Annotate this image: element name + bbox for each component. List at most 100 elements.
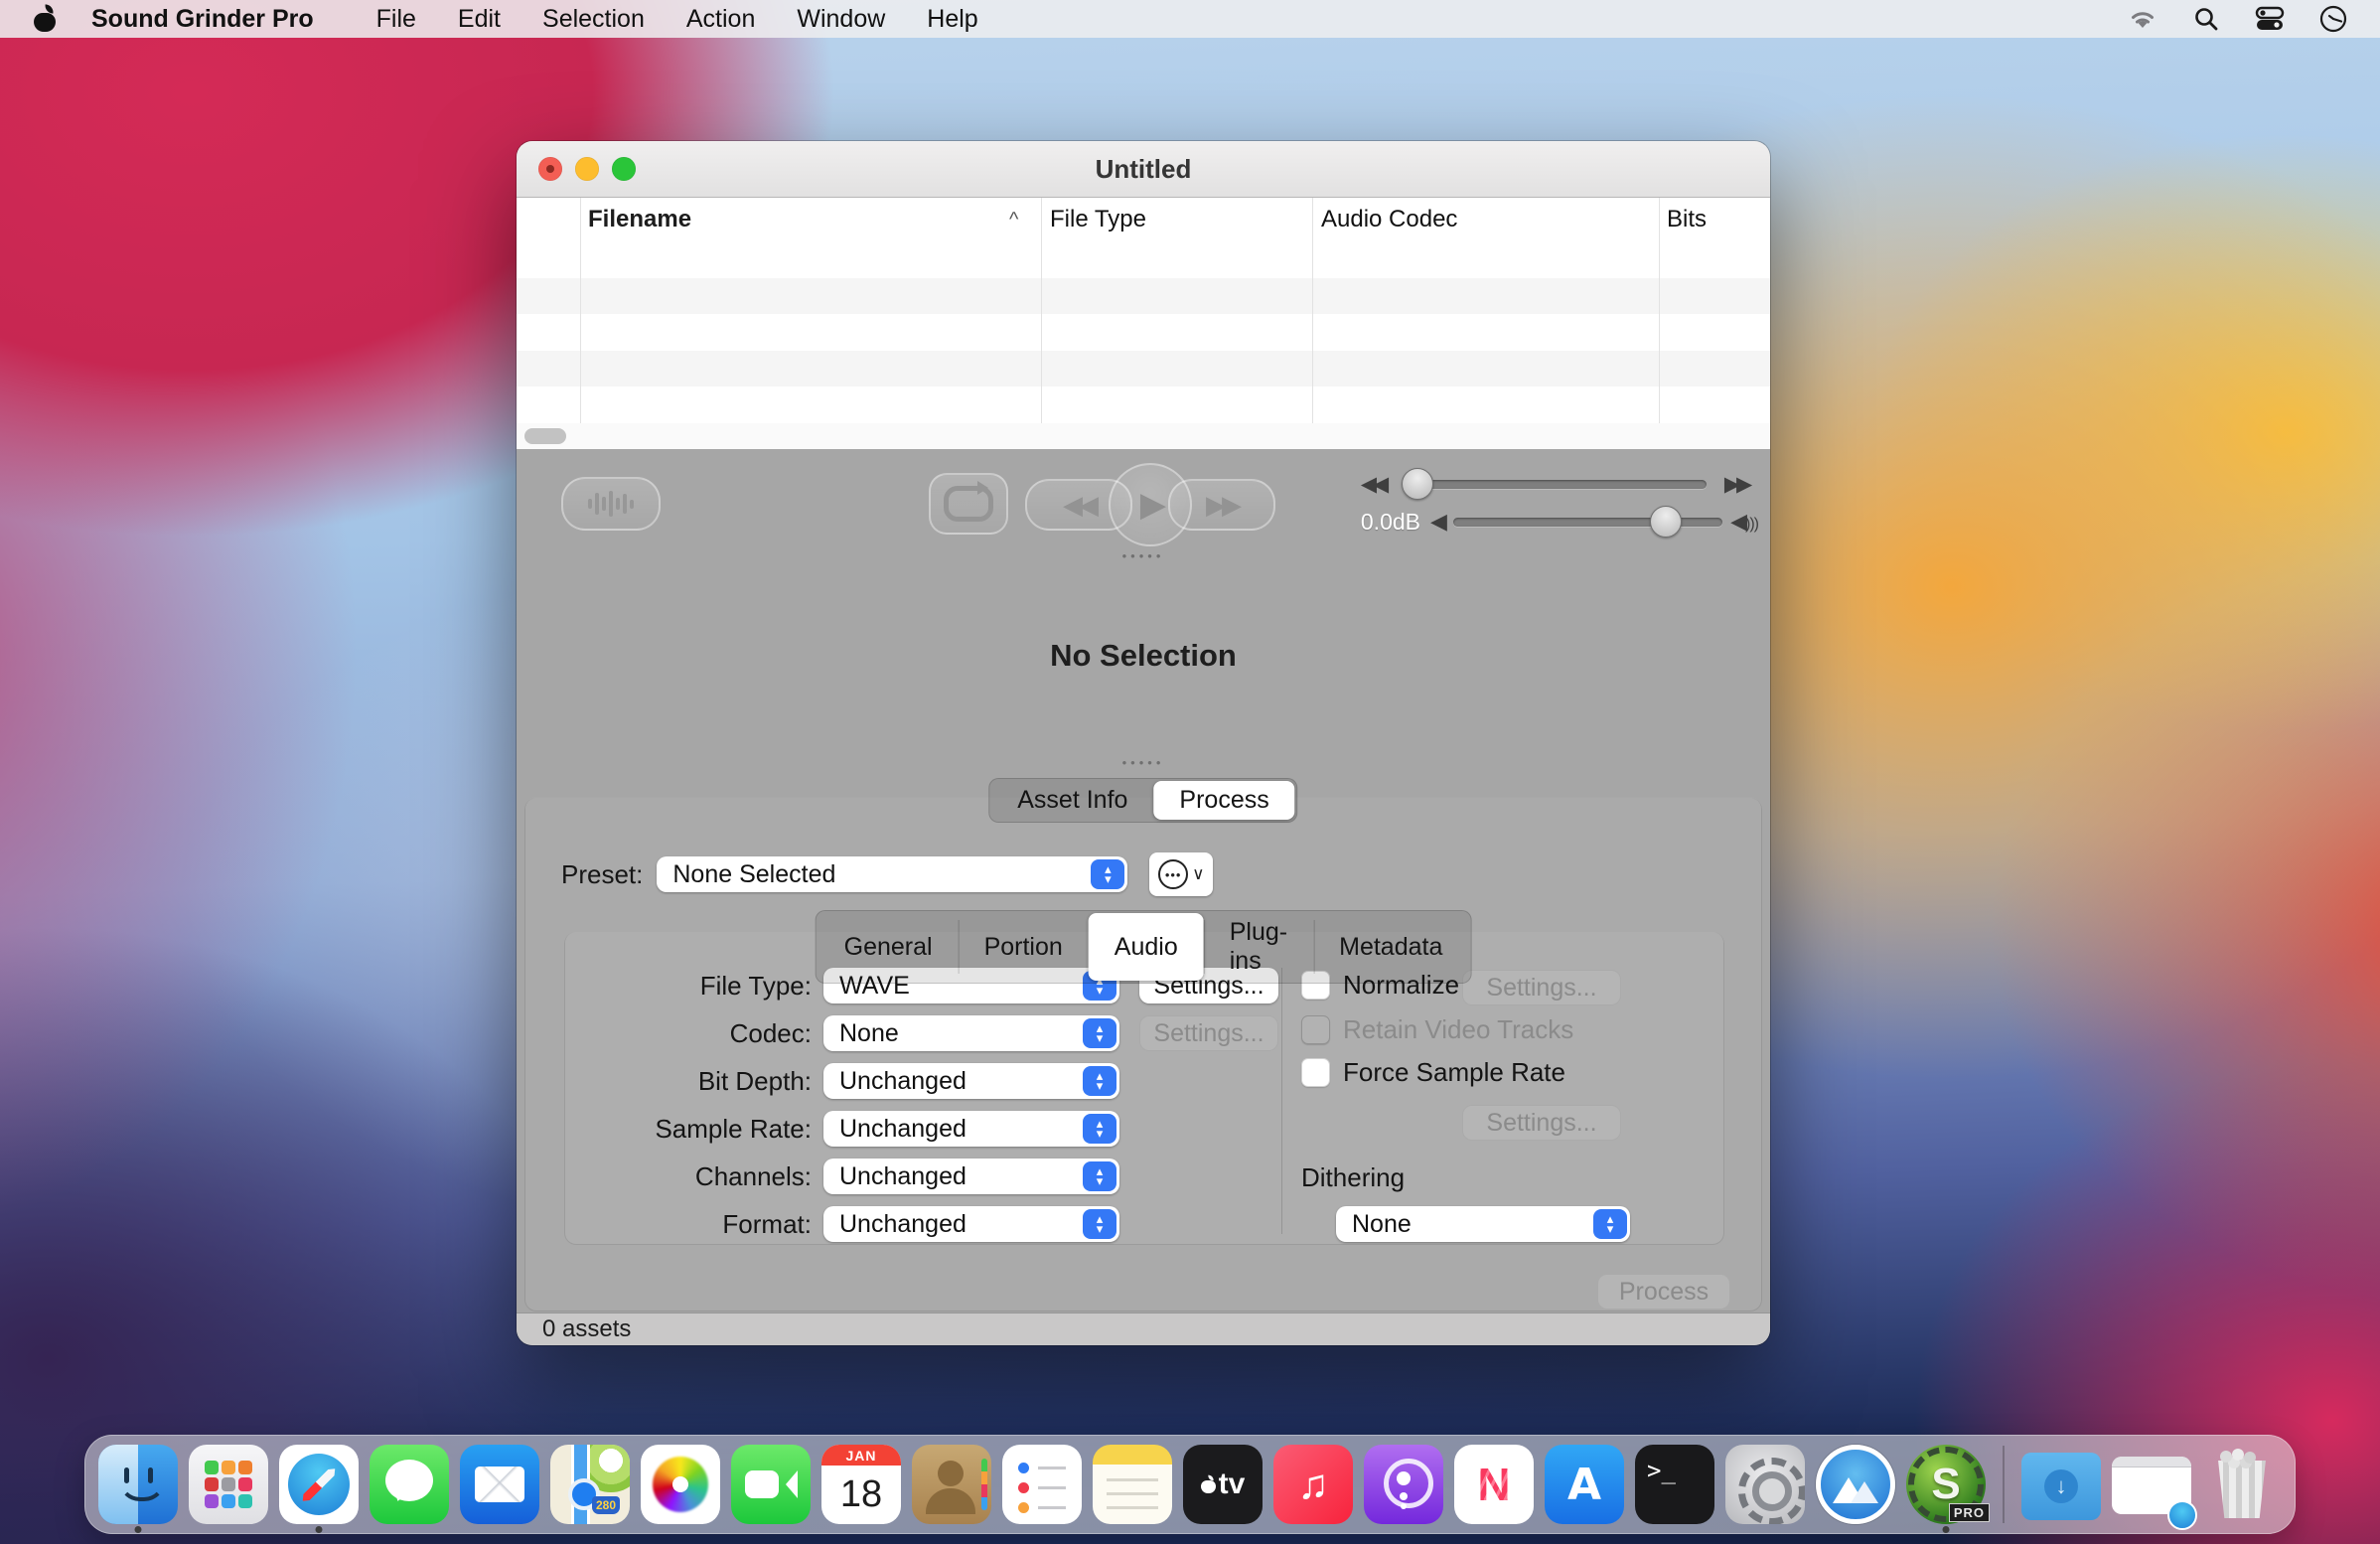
- menu-help[interactable]: Help: [927, 5, 977, 34]
- volume-max-icon[interactable]: ◀))): [1730, 509, 1758, 535]
- retain-video-row: Retain Video Tracks: [1301, 1014, 1573, 1045]
- tab-asset-info[interactable]: Asset Info: [991, 781, 1153, 820]
- reminders-icon: [1002, 1445, 1082, 1524]
- clock-icon[interactable]: [2318, 4, 2348, 34]
- tab-audio[interactable]: Audio: [1089, 913, 1204, 981]
- scrub-slider[interactable]: [1403, 480, 1707, 489]
- control-center-icon[interactable]: [2255, 4, 2285, 34]
- zoom-button[interactable]: [612, 157, 636, 181]
- column-bits[interactable]: Bits: [1667, 198, 1707, 241]
- dock-reminders[interactable]: [1002, 1445, 1082, 1524]
- retain-video-checkbox[interactable]: [1301, 1015, 1330, 1044]
- terminal-prompt: >_: [1647, 1457, 1676, 1484]
- normalize-settings-button[interactable]: Settings...: [1462, 970, 1621, 1005]
- scrub-rewind-icon[interactable]: ◀◀: [1351, 472, 1395, 497]
- dock-notes[interactable]: [1093, 1445, 1172, 1524]
- dock-messages[interactable]: [370, 1445, 449, 1524]
- dock-apple-tv[interactable]: tv: [1183, 1445, 1263, 1524]
- menu-action[interactable]: Action: [686, 5, 755, 34]
- dock-minimized-window[interactable]: [2112, 1445, 2191, 1524]
- dock-calendar[interactable]: JAN18: [821, 1445, 901, 1524]
- apple-menu-icon[interactable]: [34, 6, 56, 32]
- dock-terminal[interactable]: >_: [1635, 1445, 1714, 1524]
- scrollbar-thumb[interactable]: [524, 428, 566, 444]
- dock-safari[interactable]: [279, 1445, 359, 1524]
- close-button[interactable]: [538, 157, 562, 181]
- ellipsis-circle-icon: •••: [1158, 859, 1188, 889]
- loop-button[interactable]: [929, 473, 1008, 535]
- main-tab-bar: Asset Info Process: [988, 778, 1297, 823]
- app-menu-title[interactable]: Sound Grinder Pro: [91, 5, 314, 34]
- dock-trash[interactable]: [2202, 1445, 2282, 1524]
- system-preferences-icon: [1725, 1445, 1805, 1524]
- dock-mountain-app[interactable]: [1816, 1445, 1895, 1524]
- popup-stepper-icon: ▴▾: [1091, 859, 1124, 889]
- column-filename[interactable]: Filename: [588, 198, 691, 241]
- dock-app-store[interactable]: A: [1545, 1445, 1624, 1524]
- tab-general[interactable]: General: [818, 913, 959, 981]
- codec-popup[interactable]: None ▴▾: [823, 1015, 1119, 1051]
- mail-icon: [460, 1445, 539, 1524]
- volume-thumb[interactable]: [1650, 506, 1682, 538]
- force-sample-rate-checkbox[interactable]: [1301, 1058, 1330, 1087]
- dock-downloads[interactable]: ↓: [2021, 1445, 2101, 1524]
- dithering-popup[interactable]: None ▴▾: [1336, 1206, 1630, 1242]
- force-sample-rate-label: Force Sample Rate: [1343, 1057, 1565, 1088]
- dock-system-preferences[interactable]: [1725, 1445, 1805, 1524]
- window-title: Untitled: [1096, 154, 1192, 185]
- menu-window[interactable]: Window: [797, 5, 885, 34]
- volume-min-icon[interactable]: ◀: [1430, 509, 1445, 535]
- dock-facetime[interactable]: [731, 1445, 811, 1524]
- column-file-type[interactable]: File Type: [1050, 198, 1146, 241]
- column-divider[interactable]: [1659, 198, 1660, 423]
- search-icon[interactable]: [2191, 4, 2221, 34]
- column-divider[interactable]: [1041, 198, 1042, 423]
- scrub-thumb[interactable]: [1402, 468, 1433, 500]
- dock-mail[interactable]: [460, 1445, 539, 1524]
- tab-process[interactable]: Process: [1153, 781, 1294, 820]
- bit-depth-popup[interactable]: Unchanged ▴▾: [823, 1063, 1119, 1099]
- tab-metadata[interactable]: Metadata: [1313, 913, 1468, 981]
- dock: 280 JAN18 tv ♫ N A >_ SPRO ↓: [84, 1435, 2296, 1534]
- column-divider[interactable]: [1312, 198, 1313, 423]
- dock-launchpad[interactable]: [189, 1445, 268, 1524]
- dock-music[interactable]: ♫: [1273, 1445, 1353, 1524]
- preset-action-button[interactable]: ••• ∨: [1149, 852, 1213, 896]
- sort-ascending-icon[interactable]: ^: [1009, 198, 1018, 241]
- splitter-handle[interactable]: •••••: [517, 548, 1770, 563]
- format-popup[interactable]: Unchanged ▴▾: [823, 1206, 1119, 1242]
- column-audio-codec[interactable]: Audio Codec: [1321, 198, 1457, 241]
- preset-popup[interactable]: None Selected ▴▾: [657, 856, 1127, 892]
- splitter-handle[interactable]: •••••: [517, 755, 1770, 770]
- dock-sound-grinder-pro[interactable]: SPRO: [1906, 1445, 1986, 1524]
- dock-news[interactable]: N: [1454, 1445, 1534, 1524]
- channels-popup[interactable]: Unchanged ▴▾: [823, 1158, 1119, 1194]
- menu-file[interactable]: File: [376, 5, 416, 34]
- dock-podcasts[interactable]: [1364, 1445, 1443, 1524]
- title-bar[interactable]: Untitled: [517, 141, 1770, 198]
- process-button[interactable]: Process: [1597, 1274, 1730, 1310]
- dock-maps[interactable]: 280: [550, 1445, 630, 1524]
- volume-slider[interactable]: [1453, 518, 1722, 527]
- dock-finder[interactable]: [98, 1445, 178, 1524]
- dock-photos[interactable]: [641, 1445, 720, 1524]
- wifi-icon[interactable]: [2128, 4, 2157, 34]
- menu-selection[interactable]: Selection: [542, 5, 645, 34]
- force-sample-rate-settings-button[interactable]: Settings...: [1462, 1105, 1621, 1141]
- tab-portion[interactable]: Portion: [959, 913, 1089, 981]
- minimize-button[interactable]: [575, 157, 599, 181]
- dock-contacts[interactable]: [912, 1445, 991, 1524]
- tab-plug-ins[interactable]: Plug-ins: [1204, 913, 1313, 981]
- safari-icon: [279, 1445, 359, 1524]
- bit-depth-label: Bit Depth:: [558, 1066, 812, 1097]
- waveform-button[interactable]: [561, 477, 661, 531]
- menu-edit[interactable]: Edit: [458, 5, 501, 34]
- preset-row: Preset: None Selected ▴▾ ••• ∨: [561, 852, 1213, 896]
- apple-tv-icon: tv: [1183, 1445, 1263, 1524]
- player-sliders: ◀◀ ▶▶ 0.0dB ◀ ◀))): [1351, 465, 1758, 540]
- scrub-forward-icon[interactable]: ▶▶: [1714, 472, 1758, 497]
- codec-settings-button[interactable]: Settings...: [1139, 1015, 1278, 1051]
- music-icon: ♫: [1273, 1445, 1353, 1524]
- sample-rate-popup[interactable]: Unchanged ▴▾: [823, 1111, 1119, 1147]
- play-button[interactable]: ▶: [1109, 463, 1192, 546]
